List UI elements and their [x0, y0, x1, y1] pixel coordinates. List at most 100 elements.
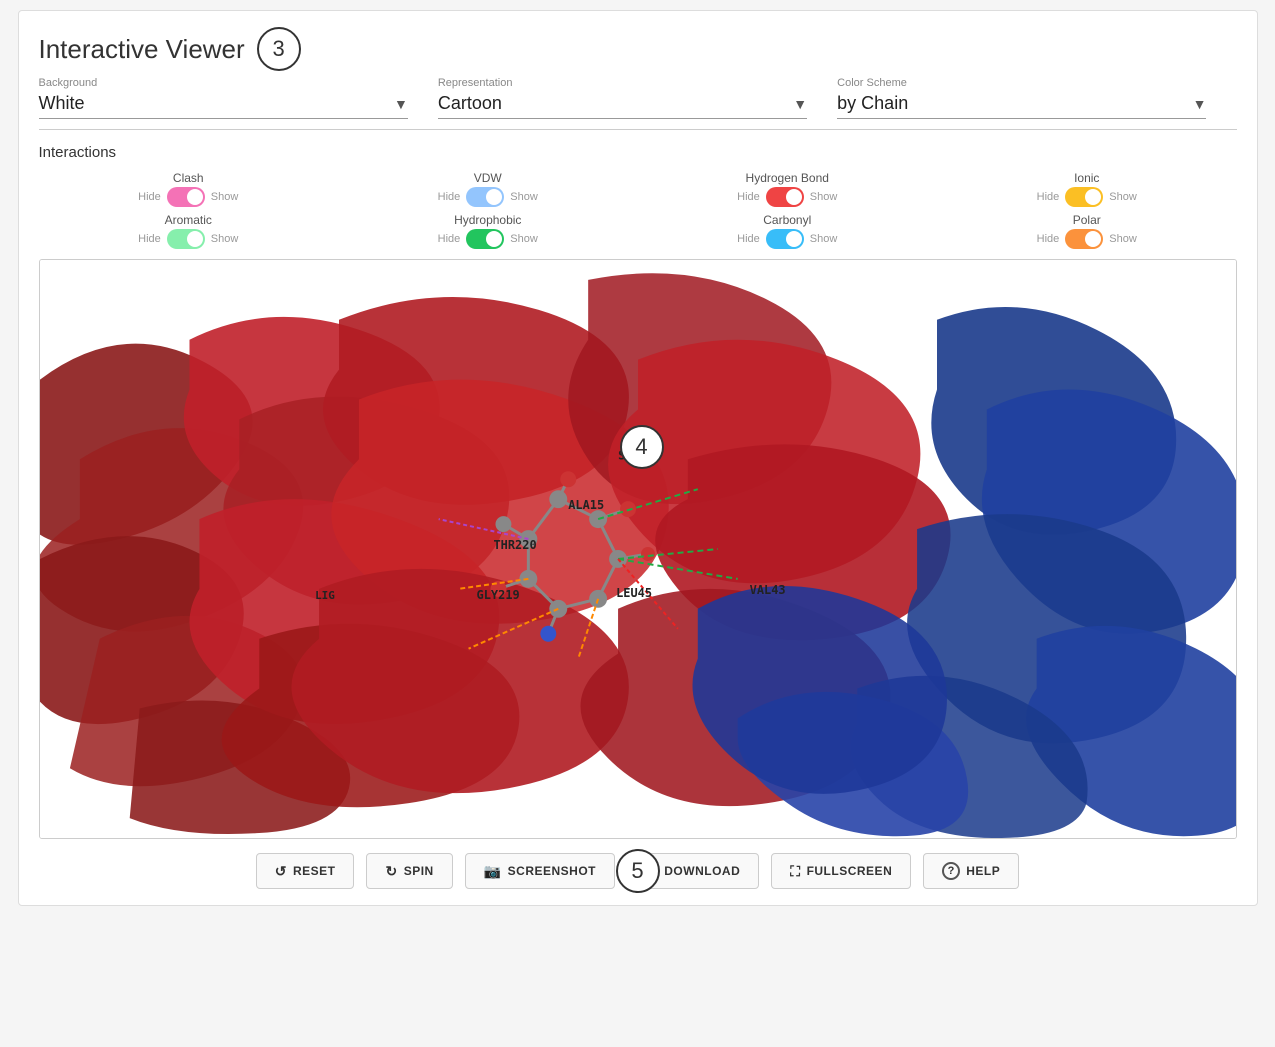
carbonyl-label: Carbonyl [763, 213, 811, 227]
color-scheme-value: by Chain [837, 93, 1186, 114]
background-dropdown[interactable]: White ▼ [39, 93, 408, 119]
clash-toggle[interactable] [167, 187, 205, 207]
fullscreen-icon: ⛶ [790, 863, 800, 880]
interaction-polar: Polar Hide Show [937, 213, 1237, 249]
reset-button[interactable]: ↺ RESET [256, 853, 355, 889]
header-row: Interactive Viewer 3 [39, 27, 1237, 71]
hydrophobic-toggle-row: Hide Show [438, 229, 538, 249]
carbonyl-toggle[interactable] [766, 229, 804, 249]
screenshot-button[interactable]: 📷 SCREENSHOT [465, 853, 615, 889]
reset-icon: ↺ [275, 863, 287, 880]
spin-icon: ↻ [385, 863, 397, 880]
interaction-ionic: Ionic Hide Show [937, 171, 1237, 207]
viewer-container[interactable]: SIN155 ALA15 THR220 GLY219 LEU45 VAL43 L… [39, 259, 1237, 839]
spin-label: SPIN [404, 864, 434, 878]
interaction-hbond: Hydrogen Bond Hide Show [638, 171, 938, 207]
background-arrow-icon: ▼ [394, 96, 408, 112]
vdw-hide: Hide [438, 191, 461, 203]
vdw-label: VDW [474, 171, 502, 185]
polar-thumb [1085, 231, 1101, 247]
clash-show: Show [211, 191, 239, 203]
polar-toggle[interactable] [1065, 229, 1103, 249]
hydrophobic-show: Show [510, 233, 538, 245]
badge-5: 5 [616, 849, 660, 893]
vdw-toggle[interactable] [466, 187, 504, 207]
hbond-thumb [786, 189, 802, 205]
download-label: DOWNLOAD [664, 864, 740, 878]
interactions-grid: Clash Hide Show VDW Hide Show [39, 171, 1237, 249]
carbonyl-toggle-row: Hide Show [737, 229, 837, 249]
hbond-label: Hydrogen Bond [746, 171, 829, 185]
fullscreen-label: FULLSCREEN [807, 864, 893, 878]
hydrophobic-label: Hydrophobic [454, 213, 521, 227]
background-value: White [39, 93, 388, 114]
representation-control: Representation Cartoon ▼ [438, 77, 837, 119]
hbond-toggle-row: Hide Show [737, 187, 837, 207]
polar-hide: Hide [1037, 233, 1060, 245]
ionic-show: Show [1109, 191, 1137, 203]
hydrophobic-toggle[interactable] [466, 229, 504, 249]
color-scheme-label: Color Scheme [837, 77, 1206, 89]
ionic-label: Ionic [1074, 171, 1099, 185]
hbond-toggle[interactable] [766, 187, 804, 207]
footer-buttons: ↺ RESET ↻ SPIN 📷 SCREENSHOT ⬇ DOWNLOAD ⛶… [39, 853, 1237, 889]
representation-value: Cartoon [438, 93, 787, 114]
svg-text:THR220: THR220 [493, 538, 536, 552]
svg-text:LEU45: LEU45 [616, 586, 652, 600]
interaction-hydrophobic: Hydrophobic Hide Show [338, 213, 638, 249]
hydrophobic-hide: Hide [438, 233, 461, 245]
ionic-hide: Hide [1037, 191, 1060, 203]
ionic-toggle[interactable] [1065, 187, 1103, 207]
aromatic-hide: Hide [138, 233, 161, 245]
clash-toggle-row: Hide Show [138, 187, 238, 207]
clash-label: Clash [173, 171, 204, 185]
representation-dropdown[interactable]: Cartoon ▼ [438, 93, 807, 119]
interaction-carbonyl: Carbonyl Hide Show [638, 213, 938, 249]
help-icon: ? [942, 862, 960, 880]
aromatic-show: Show [211, 233, 239, 245]
controls-row: Background White ▼ Representation Cartoo… [39, 77, 1237, 130]
interaction-aromatic: Aromatic Hide Show [39, 213, 339, 249]
polar-toggle-row: Hide Show [1037, 229, 1137, 249]
svg-text:GLY219: GLY219 [476, 588, 519, 602]
help-label: HELP [966, 864, 1000, 878]
polar-show: Show [1109, 233, 1137, 245]
carbonyl-show: Show [810, 233, 838, 245]
carbonyl-hide: Hide [737, 233, 760, 245]
spin-button[interactable]: ↻ SPIN [366, 853, 452, 889]
hbond-hide: Hide [737, 191, 760, 203]
badge-3: 3 [257, 27, 301, 71]
background-label: Background [39, 77, 408, 89]
polar-label: Polar [1073, 213, 1101, 227]
ionic-thumb [1085, 189, 1101, 205]
color-scheme-control: Color Scheme by Chain ▼ [837, 77, 1236, 119]
hydrophobic-thumb [486, 231, 502, 247]
help-button[interactable]: ? HELP [923, 853, 1019, 889]
screenshot-icon: 📷 [484, 863, 502, 880]
svg-text:LIG: LIG [315, 589, 335, 602]
vdw-toggle-row: Hide Show [438, 187, 538, 207]
screenshot-label: SCREENSHOT [508, 864, 596, 878]
reset-label: RESET [293, 864, 336, 878]
svg-text:VAL43: VAL43 [749, 583, 785, 597]
molecule-viewer-svg: SIN155 ALA15 THR220 GLY219 LEU45 VAL43 L… [40, 260, 1236, 838]
color-scheme-arrow-icon: ▼ [1193, 96, 1207, 112]
badge-4: 4 [620, 425, 664, 469]
fullscreen-button[interactable]: ⛶ FULLSCREEN [771, 853, 911, 889]
svg-text:ALA15: ALA15 [568, 498, 604, 512]
aromatic-label: Aromatic [165, 213, 212, 227]
ionic-toggle-row: Hide Show [1037, 187, 1137, 207]
aromatic-toggle-row: Hide Show [138, 229, 238, 249]
hbond-show: Show [810, 191, 838, 203]
representation-arrow-icon: ▼ [793, 96, 807, 112]
main-container: Interactive Viewer 3 Background White ▼ … [18, 10, 1258, 906]
interaction-vdw: VDW Hide Show [338, 171, 638, 207]
clash-thumb [187, 189, 203, 205]
carbonyl-thumb [786, 231, 802, 247]
aromatic-toggle[interactable] [167, 229, 205, 249]
background-control: Background White ▼ [39, 77, 438, 119]
vdw-show: Show [510, 191, 538, 203]
vdw-thumb [486, 189, 502, 205]
color-scheme-dropdown[interactable]: by Chain ▼ [837, 93, 1206, 119]
clash-hide: Hide [138, 191, 161, 203]
